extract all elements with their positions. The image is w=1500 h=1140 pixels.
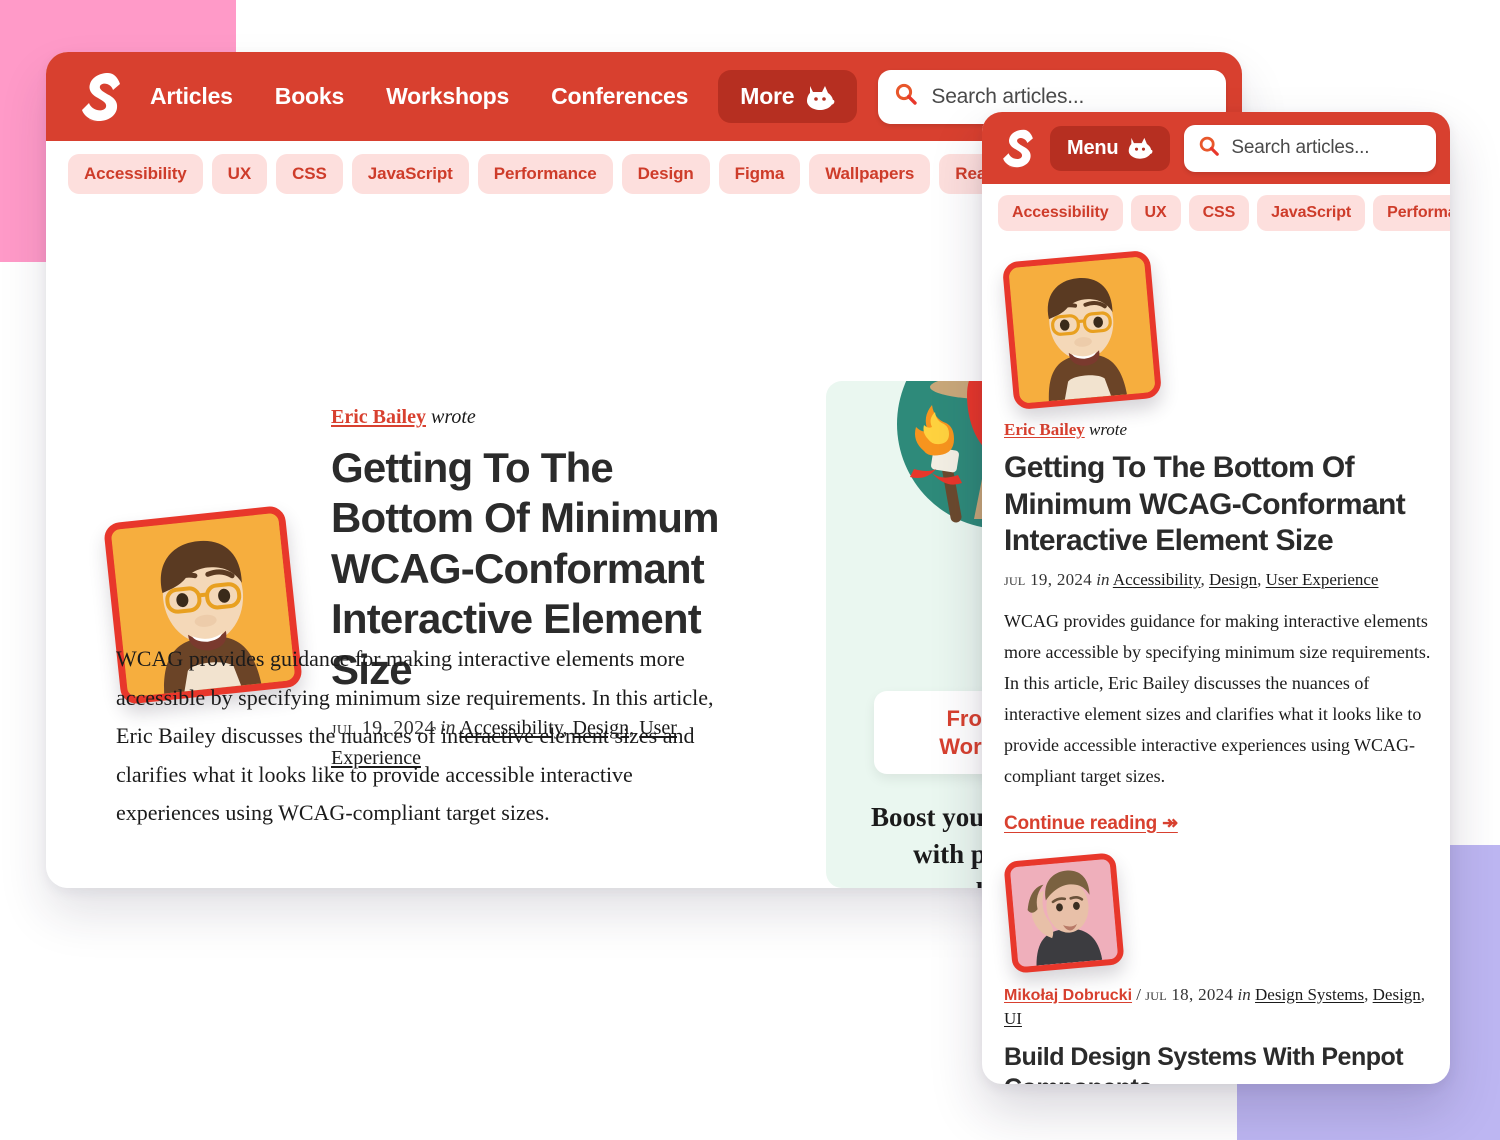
menu-button[interactable]: Menu xyxy=(1050,125,1171,171)
mikolaj-dobrucki-avatar[interactable] xyxy=(1003,851,1125,974)
article-category-accessibility[interactable]: Accessibility xyxy=(1113,570,1201,589)
search-placeholder: Search articles... xyxy=(1231,137,1370,158)
eric-bailey-avatar[interactable] xyxy=(1001,249,1163,411)
search-icon xyxy=(894,82,918,111)
article2-separator: / xyxy=(1136,984,1142,1004)
mobile-category-pills: Accessibility UX CSS JavaScript Performa… xyxy=(982,184,1450,242)
search-input[interactable]: Search articles... xyxy=(1184,124,1436,172)
nav-item-books[interactable]: Books xyxy=(275,83,344,110)
article2-category-ui[interactable]: UI xyxy=(1004,1009,1022,1028)
article2-author-link[interactable]: Mikołaj Dobrucki xyxy=(1004,987,1132,1004)
article-author-link[interactable]: Eric Bailey xyxy=(1004,420,1085,439)
article2-category-design-systems[interactable]: Design Systems xyxy=(1255,985,1364,1004)
article-excerpt: WCAG provides guidance for making intera… xyxy=(1004,610,1431,786)
article2-meta: Mikołaj Dobrucki / Jul 18, 2024 in Desig… xyxy=(1004,984,1426,1029)
article-meta: Jul 19, 2024 in Accessibility, Design, U… xyxy=(1004,569,1379,589)
nav-item-articles[interactable]: Articles xyxy=(150,83,233,110)
menu-button-label: Menu xyxy=(1067,136,1119,159)
more-button-label: More xyxy=(740,83,795,109)
mobile-header: Menu Search articles... xyxy=(982,112,1450,184)
desktop-main-nav: Articles Books Workshops Conferences xyxy=(150,83,688,110)
pill-accessibility[interactable]: Accessibility xyxy=(998,195,1123,231)
nav-item-workshops[interactable]: Workshops xyxy=(386,83,509,110)
pill-design[interactable]: Design xyxy=(621,153,710,194)
article-category-user-experience[interactable]: User Experience xyxy=(1266,570,1379,589)
article2-in-word: in xyxy=(1237,984,1251,1004)
pill-performance[interactable]: Performance xyxy=(1373,195,1450,231)
smashing-magazine-s-logo[interactable] xyxy=(78,71,124,123)
pill-accessibility[interactable]: Accessibility xyxy=(68,153,203,194)
article2-headline[interactable]: Build Design Systems With Penpot Compone… xyxy=(1004,1042,1432,1084)
article-author-suffix: wrote xyxy=(1088,420,1128,439)
article-headline[interactable]: Getting To The Bottom Of Minimum WCAG-Co… xyxy=(1004,450,1432,560)
article-in-word: in xyxy=(1096,569,1110,589)
pill-javascript[interactable]: JavaScript xyxy=(1257,195,1366,231)
more-button[interactable]: More xyxy=(718,70,858,123)
continue-reading-link[interactable]: Continue reading ↠ xyxy=(1004,812,1178,835)
nav-item-conferences[interactable]: Conferences xyxy=(551,83,688,110)
search-icon xyxy=(1198,135,1220,162)
smashing-cat-icon xyxy=(805,83,835,110)
pill-figma[interactable]: Figma xyxy=(718,153,801,194)
article-author-link[interactable]: Eric Bailey xyxy=(331,406,426,428)
pill-ux[interactable]: UX xyxy=(1130,195,1181,231)
pill-performance[interactable]: Performance xyxy=(477,153,613,194)
pill-css[interactable]: CSS xyxy=(1188,195,1250,231)
article-byline: Eric Bailey wrote xyxy=(1004,420,1432,440)
screenshot-stage: Articles Books Workshops Conferences Mor… xyxy=(0,0,1500,1140)
article2-date: Jul 18, 2024 xyxy=(1145,984,1234,1004)
article2-category-design[interactable]: Design xyxy=(1373,985,1421,1004)
smashing-cat-icon xyxy=(1127,135,1153,162)
mobile-site-card: Menu Search articles... Accessibility UX… xyxy=(982,112,1450,1084)
smashing-magazine-s-logo[interactable] xyxy=(1000,128,1036,169)
search-placeholder: Search articles... xyxy=(931,84,1085,108)
mobile-content-area: Eric Bailey wrote Getting To The Bottom … xyxy=(982,249,1450,1084)
article-excerpt: WCAG provides guidance for making intera… xyxy=(116,646,714,825)
pill-css[interactable]: CSS xyxy=(276,153,343,194)
pill-ux[interactable]: UX xyxy=(211,153,268,194)
pill-wallpapers[interactable]: Wallpapers xyxy=(809,153,931,194)
article-author-suffix: wrote xyxy=(430,406,476,428)
article-date: Jul 19, 2024 xyxy=(1004,569,1093,589)
article-byline: Eric Bailey wrote xyxy=(331,406,721,429)
pill-javascript[interactable]: JavaScript xyxy=(351,153,469,194)
article-category-design[interactable]: Design xyxy=(1209,570,1257,589)
